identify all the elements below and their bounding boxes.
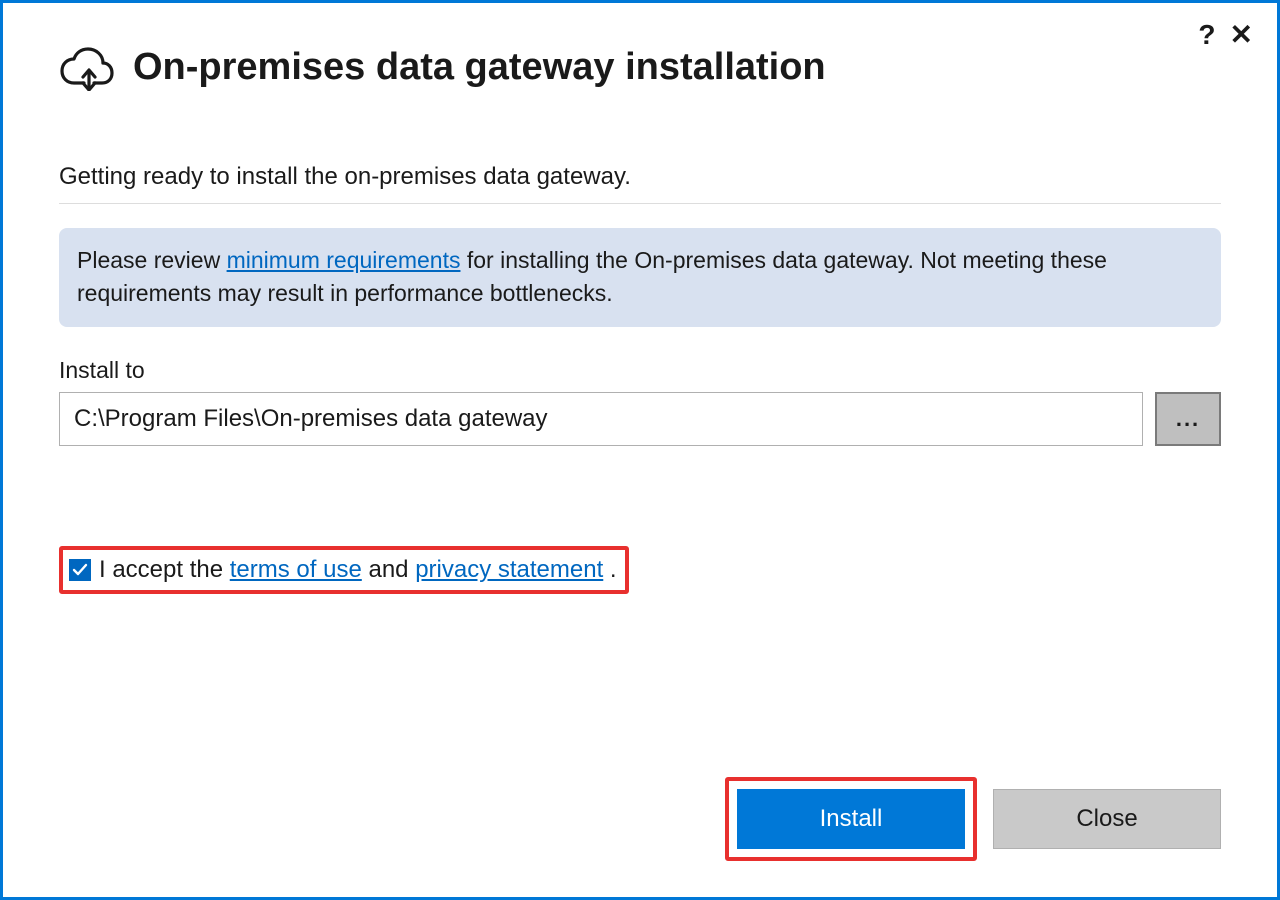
accept-highlight: I accept the terms of use and privacy st… <box>59 546 629 594</box>
browse-button[interactable]: ... <box>1155 392 1221 446</box>
accept-terms-row: I accept the terms of use and privacy st… <box>69 556 617 584</box>
installer-window: ? ✕ On-premises data gateway installatio… <box>0 0 1280 900</box>
terms-of-use-link[interactable]: terms of use <box>230 556 362 583</box>
titlebar-controls: ? ✕ <box>1198 21 1253 49</box>
install-highlight: Install <box>725 777 977 861</box>
accept-terms-checkbox[interactable] <box>69 559 91 581</box>
subtitle-text: Getting ready to install the on-premises… <box>59 163 1221 204</box>
requirements-banner: Please review minimum requirements for i… <box>59 228 1221 327</box>
page-title: On-premises data gateway installation <box>133 46 826 89</box>
banner-text-before: Please review <box>77 247 227 273</box>
install-to-label: Install to <box>59 357 1221 384</box>
close-button[interactable]: Close <box>993 789 1221 849</box>
close-icon[interactable]: ✕ <box>1230 21 1253 49</box>
accept-middle: and <box>362 556 415 583</box>
cloud-upload-icon <box>59 43 115 91</box>
help-icon[interactable]: ? <box>1198 21 1215 49</box>
install-path-input[interactable] <box>59 392 1143 446</box>
header: On-premises data gateway installation <box>59 43 1221 91</box>
install-path-row: ... <box>59 392 1221 446</box>
install-button[interactable]: Install <box>737 789 965 849</box>
minimum-requirements-link[interactable]: minimum requirements <box>227 247 461 273</box>
accept-prefix: I accept the <box>99 556 230 583</box>
privacy-statement-link[interactable]: privacy statement <box>415 556 603 583</box>
footer-buttons: Install Close <box>725 777 1221 861</box>
accept-suffix: . <box>603 556 616 583</box>
